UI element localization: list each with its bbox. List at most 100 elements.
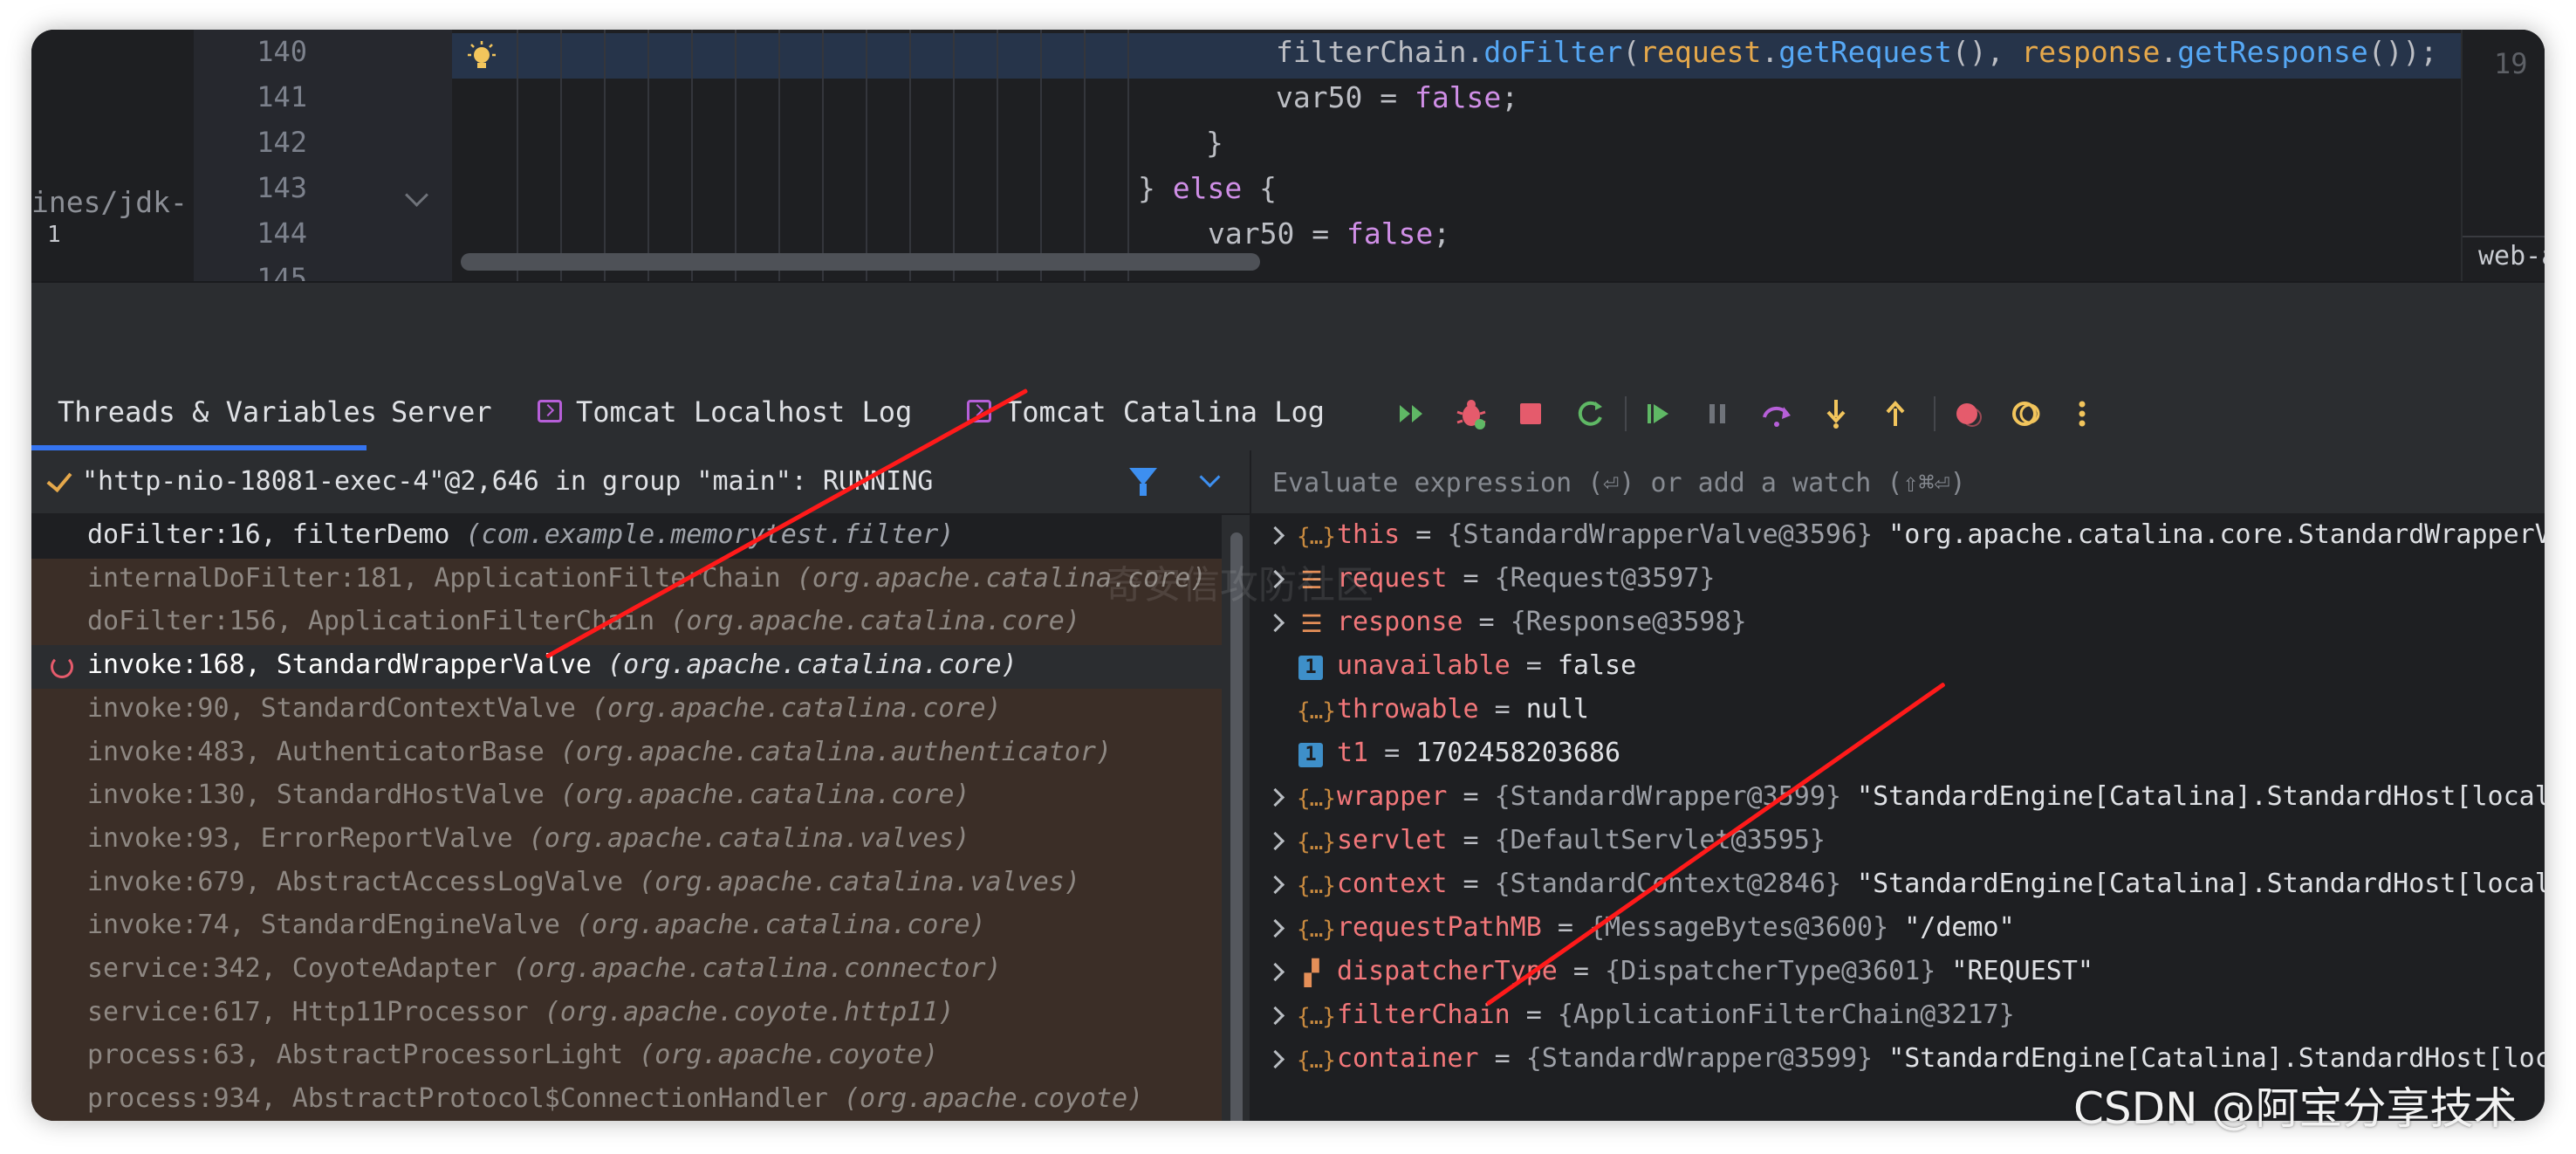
stack-frame[interactable]: invoke:74, StandardEngineValve (org.apac…: [31, 905, 1222, 949]
stack-frame[interactable]: process:63, AbstractProcessorLight (org.…: [31, 1035, 1222, 1079]
stack-frame[interactable]: invoke:679, AbstractAccessLogValve (org.…: [31, 862, 1222, 906]
stack-frame[interactable]: service:617, Http11Processor (org.apache…: [31, 993, 1222, 1036]
fold-chevron-icon[interactable]: [405, 183, 428, 207]
stack-frame[interactable]: service:342, CoyoteAdapter (org.apache.c…: [31, 949, 1222, 993]
expand-arrow-icon[interactable]: [1265, 962, 1285, 982]
field-sliders-icon: ☰: [1300, 609, 1323, 638]
drop-frame-icon[interactable]: [51, 656, 73, 679]
code-area[interactable]: filterChain.doFilter(request.getRequest(…: [452, 30, 2461, 281]
object-icon: {…}: [1297, 873, 1336, 899]
filter-icon-stem: [1140, 484, 1147, 496]
csdn-credit: CSDN @阿宝分享技术: [2073, 1083, 2518, 1134]
tab-threads-variables[interactable]: Threads & Variables: [31, 377, 377, 450]
evaluate-bar: [1251, 450, 2545, 515]
step-out-icon[interactable]: [1878, 396, 1913, 431]
line-number: 19: [2494, 47, 2528, 80]
stack-frame[interactable]: doFilter:156, ApplicationFilterChain (or…: [31, 601, 1222, 645]
debug-toolbar: Threads & Variables Server Tomcat Localh…: [31, 377, 2545, 452]
terminal-icon: [538, 400, 562, 422]
variable-row[interactable]: {…} this = {StandardWrapperValve@3596} "o…: [1251, 515, 2545, 559]
panel-divider: [31, 281, 2545, 379]
variable-row[interactable]: ☰ response = {Response@3598}: [1251, 602, 2545, 646]
variable-row[interactable]: {…} filterChain = {ApplicationFilterChain…: [1251, 995, 2545, 1039]
variable-row[interactable]: {…} throwable = null: [1251, 690, 2545, 733]
chevron-down-icon[interactable]: [1199, 466, 1221, 488]
expand-arrow-icon[interactable]: [1265, 918, 1285, 938]
watermark: 奇安信攻防社区: [1105, 563, 1374, 608]
expand-arrow-icon[interactable]: [1265, 787, 1285, 807]
expand-arrow-icon[interactable]: [1265, 525, 1285, 546]
mute-breakpoints-icon[interactable]: [2009, 396, 2044, 431]
resume-all-icon[interactable]: [1394, 396, 1429, 431]
tab-tomcat-catalina-log[interactable]: Tomcat Catalina Log: [967, 377, 1325, 450]
variable-row[interactable]: 1 unavailable = false: [1251, 646, 2545, 690]
split-editor-fragment: 19 web-app: [2461, 30, 2545, 281]
stop-icon[interactable]: [1513, 396, 1548, 431]
object-icon: {…}: [1297, 1048, 1336, 1074]
code-line-142[interactable]: }: [1206, 126, 1223, 160]
evaluate-expression-input[interactable]: [1271, 463, 2496, 503]
lightbulb-icon[interactable]: [464, 40, 499, 75]
expand-arrow-icon[interactable]: [1265, 613, 1285, 633]
stack-frame[interactable]: invoke:483, AuthenticatorBase (org.apach…: [31, 732, 1222, 776]
line-number: 144: [257, 216, 307, 250]
object-icon: {…}: [1297, 829, 1336, 855]
tab-server[interactable]: Server: [391, 377, 492, 450]
variables-panel: {…}this = {StandardWrapperValve@3596} "o…: [1251, 450, 2545, 1121]
more-icon[interactable]: [2065, 396, 2100, 431]
pause-icon[interactable]: [1700, 396, 1735, 431]
code-editor[interactable]: ines/jdk- 1 140 141 142 143 144 145 filt…: [31, 30, 2545, 295]
object-icon: {…}: [1297, 786, 1336, 812]
primitive-icon: 1: [1298, 656, 1323, 680]
variable-row[interactable]: ▞ dispatcherType = {DispatcherType@3601} …: [1251, 951, 2545, 995]
check-icon: [46, 465, 72, 493]
editor-tab-label[interactable]: web-app: [2463, 236, 2545, 278]
tab-tomcat-localhost-log[interactable]: Tomcat Localhost Log: [538, 377, 912, 450]
variable-row[interactable]: {…} wrapper = {StandardWrapper@3599} "Sta…: [1251, 777, 2545, 821]
variable-row[interactable]: {…} servlet = {DefaultServlet@3595}: [1251, 821, 2545, 864]
primitive-icon: 1: [1298, 743, 1323, 767]
current-thread[interactable]: "http-nio-18081-exec-4"@2,646 in group "…: [82, 466, 933, 497]
threads-panel: "http-nio-18081-exec-4"@2,646 in group "…: [31, 450, 1251, 1121]
path-fragment: ines/jdk-: [31, 185, 188, 219]
code-line-144[interactable]: var50 = false;: [1208, 216, 1450, 251]
object-icon: {…}: [1297, 698, 1336, 725]
horizontal-scrollbar[interactable]: [461, 253, 1260, 271]
resume-icon[interactable]: [1641, 396, 1675, 431]
line-number: 142: [257, 126, 307, 159]
filter-icon[interactable]: [1129, 468, 1157, 485]
line-number: 143: [257, 171, 307, 204]
variable-row[interactable]: ☰ request = {Request@3597}: [1251, 559, 2545, 602]
line-number: 141: [257, 80, 307, 113]
path-badge: 1: [47, 222, 61, 248]
variable-row[interactable]: {…} requestPathMB = {MessageBytes@3600} "…: [1251, 908, 2545, 951]
stack-frame[interactable]: process:934, AbstractProtocol$Connection…: [31, 1079, 1222, 1121]
step-over-icon[interactable]: [1759, 396, 1794, 431]
stack-frame[interactable]: internalDoFilter:181, ApplicationFilterC…: [31, 559, 1222, 602]
variable-row[interactable]: {…} context = {StandardContext@2846} "Sta…: [1251, 864, 2545, 908]
stack-frame[interactable]: doFilter:16, filterDemo (com.example.mem…: [31, 515, 1222, 559]
object-icon: {…}: [1297, 1004, 1336, 1030]
rerun-icon[interactable]: [1572, 396, 1607, 431]
object-icon: {…}: [1297, 917, 1336, 943]
variable-row[interactable]: 1 t1 = 1702458203686: [1251, 733, 2545, 777]
code-line-140[interactable]: filterChain.doFilter(request.getRequest(…: [1276, 35, 2437, 69]
stack-frame[interactable]: invoke:130, StandardHostValve (org.apach…: [31, 775, 1222, 819]
stack-frames-list: doFilter:16, filterDemo (com.example.mem…: [31, 515, 1222, 1121]
line-gutter: 140 141 142 143 144 145: [194, 30, 452, 295]
breakpoints-icon[interactable]: [1949, 396, 1984, 431]
stack-frame[interactable]: invoke:90, StandardContextValve (org.apa…: [31, 689, 1222, 732]
expand-arrow-icon[interactable]: [1265, 831, 1285, 851]
debug-bug-icon[interactable]: [1454, 396, 1489, 431]
expand-arrow-icon[interactable]: [1265, 1049, 1285, 1069]
expand-arrow-icon[interactable]: [1265, 1006, 1285, 1026]
scrollbar-thumb[interactable]: [1230, 532, 1243, 1121]
code-line-141[interactable]: var50 = false;: [1276, 80, 1518, 114]
project-sidebar-fragment: ines/jdk- 1: [31, 30, 194, 281]
thread-selector[interactable]: "http-nio-18081-exec-4"@2,646 in group "…: [31, 450, 1250, 515]
code-line-143[interactable]: } else {: [1138, 171, 1277, 205]
step-into-icon[interactable]: [1819, 396, 1853, 431]
expand-arrow-icon[interactable]: [1265, 875, 1285, 895]
stack-frame[interactable]: invoke:93, ErrorReportValve (org.apache.…: [31, 819, 1222, 862]
stack-frame-selected[interactable]: invoke:168, StandardWrapperValve (org.ap…: [31, 645, 1222, 689]
